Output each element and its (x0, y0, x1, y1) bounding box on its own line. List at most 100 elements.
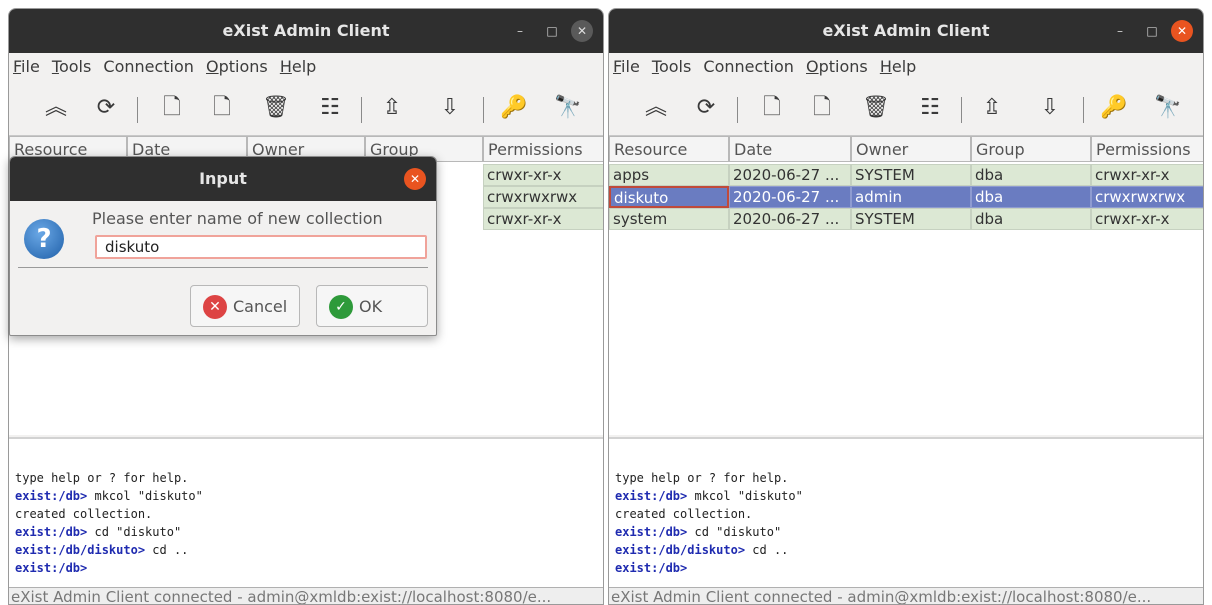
cell-resource: diskuto (609, 186, 729, 208)
dialog-titlebar[interactable]: Input ✕ (10, 157, 436, 201)
toolbar-separator (1083, 97, 1084, 123)
new-collection-icon[interactable]: 🗋 (755, 91, 789, 125)
refresh-icon[interactable]: ⟳ (89, 91, 123, 125)
column-date[interactable]: Date (729, 136, 851, 162)
console-line: exist:/db> (15, 561, 88, 575)
console-output[interactable]: type help or ? for help. exist:/db> mkco… (9, 437, 603, 587)
console-line: exist:/db> cd "diskuto" (615, 525, 782, 539)
new-document-icon[interactable]: 🗋 (805, 91, 839, 125)
dialog-separator (18, 267, 428, 268)
cell-owner: admin (851, 186, 971, 208)
properties-icon[interactable]: ☷ (913, 91, 947, 125)
column-permissions[interactable]: Permissions (483, 136, 603, 162)
cancel-button[interactable]: ✕ Cancel (190, 285, 300, 327)
console-line: created collection. (615, 507, 753, 521)
column-resource[interactable]: Resource (609, 136, 729, 162)
collection-name-input[interactable]: diskuto (95, 235, 427, 259)
cell-owner: SYSTEM (851, 164, 971, 186)
download-icon[interactable]: ⇩ (433, 91, 467, 125)
cancel-icon: ✕ (203, 295, 227, 319)
minimize-button[interactable]: – (509, 20, 531, 42)
window-titlebar[interactable]: eXist Admin Client – □ ✕ (9, 9, 603, 53)
menu-help[interactable]: Help (876, 53, 919, 76)
properties-icon[interactable]: ☷ (313, 91, 347, 125)
table-row[interactable]: apps 2020-06-27 ... SYSTEM dba crwxr-xr-… (609, 164, 1203, 186)
table-header: Resource Date Owner Group Permissions (609, 136, 1203, 162)
dialog-title: Input (199, 169, 247, 188)
toolbar: ︽ ⟳ 🗋 🗋 🗑 ☷ ⇫ ⇩ 🔑 🔭 (609, 81, 1203, 137)
download-icon[interactable]: ⇩ (1033, 91, 1067, 125)
go-up-icon[interactable]: ︽ (639, 91, 673, 125)
console-line: type help or ? for help. (15, 471, 189, 485)
dialog-prompt: Please enter name of new collection (92, 209, 383, 228)
ok-button[interactable]: ✓ OK (316, 285, 428, 327)
window-titlebar[interactable]: eXist Admin Client – □ ✕ (609, 9, 1203, 53)
table-row[interactable]: system 2020-06-27 ... SYSTEM dba crwxr-x… (609, 208, 1203, 230)
console-output[interactable]: type help or ? for help. exist:/db> mkco… (609, 437, 1203, 587)
refresh-icon[interactable]: ⟳ (689, 91, 723, 125)
cell-date: 2020-06-27 ... (729, 186, 851, 208)
console-line: created collection. (15, 507, 153, 521)
console-line: type help or ? for help. (615, 471, 789, 485)
minimize-button[interactable]: – (1109, 20, 1131, 42)
menu-help[interactable]: Help (276, 53, 319, 76)
console-line: exist:/db> (615, 561, 688, 575)
menu-tools[interactable]: Tools (48, 53, 94, 76)
status-bar: eXist Admin Client connected - admin@xml… (9, 587, 603, 604)
cell-resource: apps (609, 164, 729, 186)
close-button[interactable]: ✕ (571, 20, 593, 42)
new-document-icon[interactable]: 🗋 (205, 91, 239, 125)
status-bar: eXist Admin Client connected - admin@xml… (609, 587, 1203, 604)
menu-options[interactable]: Options (802, 53, 871, 76)
cell-permissions: crwxrwxrwx (1091, 186, 1203, 208)
menu-connection[interactable]: Connection (99, 53, 197, 76)
maximize-button[interactable]: □ (541, 20, 563, 42)
column-permissions[interactable]: Permissions (1091, 136, 1203, 162)
cell-resource: system (609, 208, 729, 230)
toolbar-separator (361, 97, 362, 123)
cell-permissions: crwxr-xr-x (483, 164, 603, 186)
table-row-selected[interactable]: diskuto 2020-06-27 ... admin dba crwxrwx… (609, 186, 1203, 208)
find-icon[interactable]: 🔭 (1151, 91, 1185, 125)
cell-permissions: crwxr-xr-x (1091, 208, 1203, 230)
menu-bar: File Tools Connection Options Help (609, 53, 1203, 79)
cell-owner: SYSTEM (851, 208, 971, 230)
console-line: exist:/db/diskuto> cd .. (615, 543, 789, 557)
toolbar-separator (483, 97, 484, 123)
menu-connection[interactable]: Connection (699, 53, 797, 76)
cell-permissions: crwxr-xr-x (483, 208, 603, 230)
find-icon[interactable]: 🔭 (551, 91, 585, 125)
dialog-close-button[interactable]: ✕ (404, 168, 426, 190)
checkmark-icon: ✓ (329, 295, 353, 319)
cell-group: dba (971, 208, 1091, 230)
resource-table: Resource Date Owner Group Permissions ap… (609, 135, 1203, 435)
menu-file[interactable]: File (9, 53, 43, 76)
menu-tools[interactable]: Tools (648, 53, 694, 76)
delete-icon[interactable]: 🗑 (859, 91, 893, 125)
delete-icon[interactable]: 🗑 (259, 91, 293, 125)
console-line: exist:/db> mkcol "diskuto" (615, 489, 803, 503)
maximize-button[interactable]: □ (1141, 20, 1163, 42)
column-group[interactable]: Group (971, 136, 1091, 162)
toolbar-separator (137, 97, 138, 123)
console-line: exist:/db> mkcol "diskuto" (15, 489, 203, 503)
input-dialog: Input ✕ ? Please enter name of new colle… (9, 156, 437, 336)
cell-date: 2020-06-27 ... (729, 208, 851, 230)
cell-permissions: crwxr-xr-x (1091, 164, 1203, 186)
column-owner[interactable]: Owner (851, 136, 971, 162)
cell-permissions: crwxrwxrwx (483, 186, 603, 208)
new-collection-icon[interactable]: 🗋 (155, 91, 189, 125)
keys-icon[interactable]: 🔑 (497, 91, 531, 125)
upload-icon[interactable]: ⇫ (375, 91, 409, 125)
toolbar: ︽ ⟳ 🗋 🗋 🗑 ☷ ⇫ ⇩ 🔑 🔭 (9, 81, 603, 137)
upload-icon[interactable]: ⇫ (975, 91, 1009, 125)
cell-date: 2020-06-27 ... (729, 164, 851, 186)
toolbar-separator (737, 97, 738, 123)
go-up-icon[interactable]: ︽ (39, 91, 73, 125)
keys-icon[interactable]: 🔑 (1097, 91, 1131, 125)
menu-options[interactable]: Options (202, 53, 271, 76)
menu-file[interactable]: File (609, 53, 643, 76)
cell-group: dba (971, 186, 1091, 208)
close-button[interactable]: ✕ (1171, 20, 1193, 42)
menu-bar: File Tools Connection Options Help (9, 53, 603, 79)
